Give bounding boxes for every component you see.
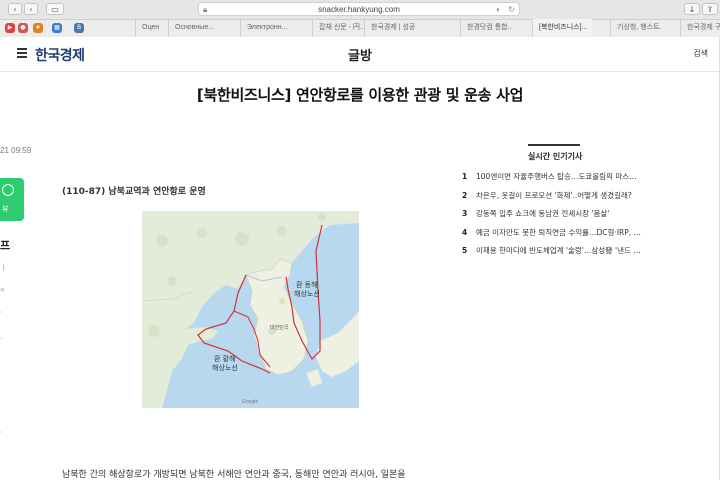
article-subheading: (110-87) 남북교역과 연안항로 운영 bbox=[62, 187, 206, 197]
share-badge-label: 뷰 bbox=[2, 205, 9, 213]
pocket-icon[interactable]: ● bbox=[18, 23, 28, 33]
share-icon[interactable]: ⇪ bbox=[702, 3, 718, 15]
browser-toolbar: ‹ › ▭ 🔒︎ snacker.hankyung.com ◐ ↻ ↓ ⇪ bbox=[0, 0, 720, 20]
back-icon[interactable]: ‹ bbox=[8, 3, 22, 15]
trending-item[interactable]: 3 강동쪽 입주 쇼크에 동남권 전세시장 '몸살' bbox=[462, 208, 662, 227]
tab-2[interactable]: Основные... bbox=[168, 19, 216, 37]
bookmark-icon[interactable]: ★ bbox=[33, 23, 43, 33]
tab-8[interactable]: 기상청, 행스트... bbox=[610, 19, 662, 37]
tab-6[interactable]: 한경닷컴 통합... bbox=[460, 19, 512, 37]
article-body: 남북한 간의 해상항로가 개방되면 남북한 서해안 연안과 중국, 동해안 연안… bbox=[62, 470, 406, 480]
youtube-icon[interactable]: ▶ bbox=[5, 23, 15, 33]
article-headline: [북한비즈니스] 연안항로를 이용한 관광 및 운송 사업 bbox=[196, 86, 524, 104]
sidebar-toggle-icon[interactable]: ▭ bbox=[46, 3, 64, 15]
trending-item[interactable]: 2 차은우, 옷걸이 프로모션 '화제'..어떻게 생겼길래? bbox=[462, 190, 662, 209]
trending-item[interactable]: 5 이재용 한마디에 반도체업계 '술렁'…삼성發 '낸드 … bbox=[462, 245, 662, 264]
forward-icon[interactable]: › bbox=[24, 3, 38, 15]
reload-icon[interactable]: ↻ bbox=[508, 3, 515, 16]
section-title: 글방 bbox=[348, 49, 372, 64]
side-mark-icon[interactable]: » bbox=[0, 285, 5, 294]
trending-title: 실시간 인기기사 bbox=[528, 152, 583, 161]
url-text: snacker.hankyung.com bbox=[318, 5, 400, 14]
side-mark-icon[interactable]: · bbox=[0, 428, 3, 437]
search-button[interactable]: 검색 bbox=[693, 48, 708, 59]
route-map-image: 환 동해 해상노선 환 황해 해상노선 대한민국 Google bbox=[142, 211, 359, 408]
map-watermark: Google bbox=[242, 399, 258, 405]
tab-3[interactable]: Электронн... bbox=[240, 19, 294, 37]
tab-4[interactable]: 잡채 신문 - 円... bbox=[312, 19, 364, 37]
article-date: 21 09:59 bbox=[0, 146, 32, 155]
share-badge[interactable]: 뷰 bbox=[0, 178, 24, 221]
side-mark-icon[interactable]: ㅣ bbox=[0, 262, 7, 273]
site-header: 한국경제 글방 검색 bbox=[0, 37, 720, 72]
tab-5[interactable]: 한국경제 | 성공... bbox=[364, 19, 416, 37]
tab-active[interactable]: [북한비즈니스]... bbox=[532, 19, 592, 37]
trending-rule bbox=[528, 144, 580, 146]
route-map: 환 동해 해상노선 환 황해 해상노선 대한민국 Google bbox=[142, 211, 359, 408]
side-tool-label: 프 bbox=[0, 239, 11, 252]
circle-icon bbox=[2, 184, 14, 196]
reader-icon[interactable]: ◐ bbox=[496, 3, 501, 16]
lock-icon: 🔒︎ bbox=[203, 5, 208, 14]
trending-list: 1 100엔이면 자율주행버스 탑승…도쿄올림픽 마스… 2 차은우, 옷걸이 프로… bbox=[462, 171, 662, 264]
vk-icon[interactable]: B bbox=[74, 23, 84, 33]
url-bar[interactable]: 🔒︎ snacker.hankyung.com ◐ ↻ bbox=[198, 2, 520, 16]
chart-icon[interactable]: ▦ bbox=[52, 23, 62, 33]
side-mark-icon[interactable]: · bbox=[0, 334, 3, 343]
trending-item[interactable]: 4 예금 이자만도 못한 퇴직연금 수익률…DC형·IRP, … bbox=[462, 227, 662, 246]
download-icon[interactable]: ↓ bbox=[684, 3, 700, 15]
tab-9[interactable]: 한국경제 구... bbox=[680, 19, 720, 37]
side-mark-icon[interactable]: · bbox=[0, 308, 3, 317]
tab-1[interactable]: Оцен bbox=[135, 19, 168, 37]
korea-label: 대한민국 bbox=[270, 324, 289, 331]
trending-item[interactable]: 1 100엔이면 자율주행버스 탑승…도쿄올림픽 마스… bbox=[462, 171, 662, 190]
